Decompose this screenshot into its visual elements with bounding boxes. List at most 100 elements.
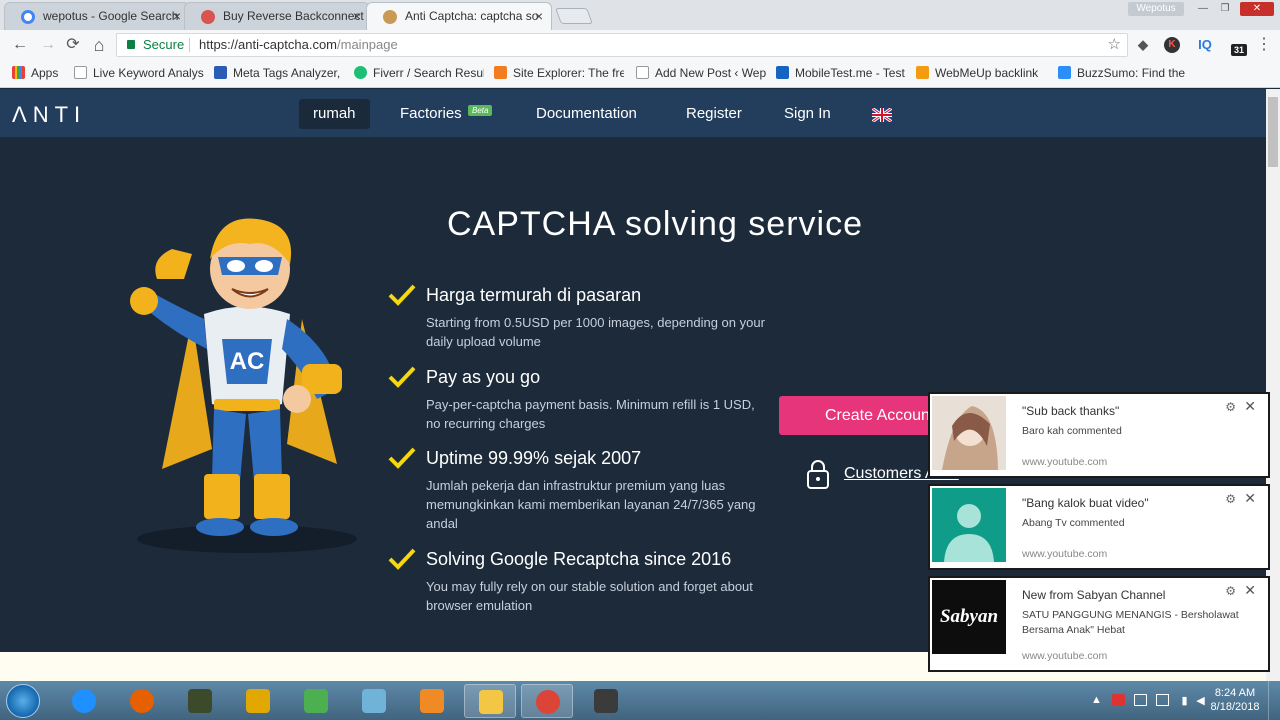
bookmark-label: Add New Post ‹ Wep: [655, 66, 766, 80]
app-glyph: [479, 690, 503, 714]
chrome-taskbar-icon[interactable]: [521, 684, 573, 718]
close-icon[interactable]: ✕: [1244, 398, 1256, 415]
headphones-taskbar-icon[interactable]: [232, 684, 284, 718]
bookmark-webmeup[interactable]: WebMeUp backlink: [916, 66, 1046, 80]
app-glyph: [72, 689, 96, 713]
clock-time: 8:24 AM: [1214, 687, 1256, 699]
bookmark-label: Live Keyword Analysis: [93, 66, 204, 80]
tab-buy-reverse-backconnect[interactable]: Buy Reverse Backconnect ×: [184, 2, 370, 30]
tab-close-icon[interactable]: ×: [353, 3, 361, 29]
address-bar[interactable]: Secure https://anti-captcha.com/mainpage…: [116, 33, 1128, 57]
nav-factories[interactable]: Factories: [386, 99, 476, 129]
app6-taskbar-icon[interactable]: [348, 684, 400, 718]
home-icon[interactable]: ⌂: [89, 35, 109, 55]
bookmark-apps[interactable]: Apps: [12, 66, 58, 80]
bookmark-star-icon[interactable]: ☆: [1108, 34, 1121, 56]
bookmark-fiverr[interactable]: Fiverr / Search Result: [354, 66, 484, 80]
calendar-extension-icon[interactable]: 31: [1231, 44, 1247, 56]
ahrefs-icon: [494, 66, 507, 79]
app3-taskbar-icon[interactable]: [174, 684, 226, 718]
feature-title: Solving Google Recaptcha since 2016: [426, 549, 732, 569]
bookmark-label: WebMeUp backlink: [935, 66, 1039, 80]
url-text[interactable]: https://anti-captcha.com/mainpage: [199, 34, 398, 56]
extension-glyph: 31: [1233, 45, 1244, 55]
app-glyph: [536, 690, 560, 714]
notification-body: SATU PANGGUNG MENANGIS - Bersholawat Ber…: [1022, 609, 1239, 636]
gear-icon[interactable]: ⚙: [1225, 492, 1236, 506]
app-glyph: [246, 689, 270, 713]
firefox-taskbar-icon[interactable]: [116, 684, 168, 718]
bookmark-add-new-post[interactable]: Add New Post ‹ Wep: [636, 66, 766, 80]
url-divider: [189, 38, 190, 52]
tab-close-icon[interactable]: ×: [173, 3, 181, 29]
media-player-taskbar-icon[interactable]: [406, 684, 458, 718]
app5-taskbar-icon[interactable]: [290, 684, 342, 718]
forward-arrow-icon[interactable]: →: [38, 35, 58, 55]
scrollbar-thumb[interactable]: [1268, 97, 1278, 167]
feature-title: Pay as you go: [426, 367, 541, 387]
mobiletest-icon: [776, 66, 789, 79]
new-tab-button[interactable]: [555, 8, 593, 24]
network-signal-icon[interactable]: ▮: [1178, 694, 1191, 707]
site-navbar: ΛΝΤΙ rumah Factories Beta Documentation …: [0, 89, 1266, 137]
nav-documentation[interactable]: Documentation: [522, 99, 651, 129]
security-alert-icon[interactable]: [1112, 694, 1125, 706]
app10-taskbar-icon[interactable]: [580, 684, 632, 718]
youtube-notification[interactable]: "Bang kalok buat video" Abang Tv comment…: [928, 484, 1270, 570]
feature-desc: Pay-per-captcha payment basis. Minimum r…: [426, 397, 755, 431]
maximize-icon[interactable]: ❐: [1214, 2, 1236, 16]
profile-button[interactable]: Wepotus: [1128, 2, 1184, 16]
file-explorer-taskbar-icon[interactable]: [464, 684, 516, 718]
site-favicon-icon: [201, 10, 215, 24]
close-icon[interactable]: ✕: [1244, 490, 1256, 507]
lock-icon: [127, 40, 135, 49]
app-glyph: [188, 689, 212, 713]
back-arrow-icon[interactable]: ←: [10, 35, 30, 55]
tab-anti-captcha[interactable]: Anti Captcha: captcha so ×: [366, 2, 552, 30]
close-window-icon[interactable]: ✕: [1240, 2, 1274, 16]
nav-rumah[interactable]: rumah: [299, 99, 370, 129]
tab-google-search[interactable]: wepotus - Google Search ×: [4, 2, 190, 30]
notification-title: "Sub back thanks": [1022, 404, 1120, 418]
bookmark-meta-tags[interactable]: Meta Tags Analyzer,: [214, 66, 344, 80]
show-desktop-button[interactable]: [1268, 681, 1280, 720]
tab-close-icon[interactable]: ×: [535, 3, 543, 29]
bookmark-site-explorer[interactable]: Site Explorer: The fre: [494, 66, 624, 80]
internet-explorer-taskbar-icon[interactable]: [58, 684, 110, 718]
extension-glyph: ◆: [1138, 37, 1148, 52]
anti-captcha-logo[interactable]: ΛΝΤΙ: [12, 102, 86, 128]
profile-k-extension-icon[interactable]: K: [1164, 37, 1180, 53]
menu-kebab-icon[interactable]: ⋮: [1254, 35, 1274, 55]
close-icon[interactable]: ✕: [1244, 582, 1256, 599]
page-icon: [74, 66, 87, 79]
bookmark-live-keyword[interactable]: Live Keyword Analysis: [74, 66, 204, 80]
checkmark-icon: [388, 548, 416, 570]
nav-sign-in[interactable]: Sign In: [770, 99, 845, 129]
eraser-extension-icon[interactable]: ◆: [1134, 36, 1152, 54]
iq-extension-icon[interactable]: IQ: [1194, 36, 1216, 54]
nav-register[interactable]: Register: [672, 99, 756, 129]
minimize-icon[interactable]: —: [1192, 2, 1214, 16]
youtube-notification[interactable]: "Sub back thanks" Baro kah commented www…: [928, 392, 1270, 478]
gear-icon[interactable]: ⚙: [1225, 584, 1236, 598]
show-hidden-icons-icon[interactable]: ▲: [1090, 694, 1103, 706]
notification-source: www.youtube.com: [1022, 650, 1108, 662]
security-indicator[interactable]: Secure: [143, 34, 184, 56]
sabyan-channel-thumbnail: Sabyan: [932, 580, 1006, 654]
gear-icon[interactable]: ⚙: [1225, 400, 1236, 414]
bookmark-label: BuzzSumo: Find the: [1077, 66, 1186, 80]
tab-title: Anti Captcha: captcha so: [405, 9, 539, 23]
action-center-icon[interactable]: [1156, 694, 1169, 706]
reload-icon[interactable]: ⟳: [63, 35, 83, 55]
bookmark-label: MobileTest.me - Test: [795, 66, 905, 80]
start-button[interactable]: [6, 684, 40, 718]
tray-device-icon[interactable]: [1134, 694, 1147, 706]
app-glyph: [420, 689, 444, 713]
youtube-notification[interactable]: Sabyan New from Sabyan Channel SATU PANG…: [928, 576, 1270, 672]
bookmark-buzzsumo[interactable]: BuzzSumo: Find the: [1058, 66, 1188, 80]
superhero-mascot-illustration: AC: [130, 218, 357, 553]
bookmark-mobiletest[interactable]: MobileTest.me - Test: [776, 66, 906, 80]
uk-flag-icon[interactable]: [872, 108, 892, 122]
system-clock[interactable]: 8:24 AM 8/18/2018: [1206, 686, 1264, 714]
default-avatar-thumbnail: [932, 488, 1006, 562]
